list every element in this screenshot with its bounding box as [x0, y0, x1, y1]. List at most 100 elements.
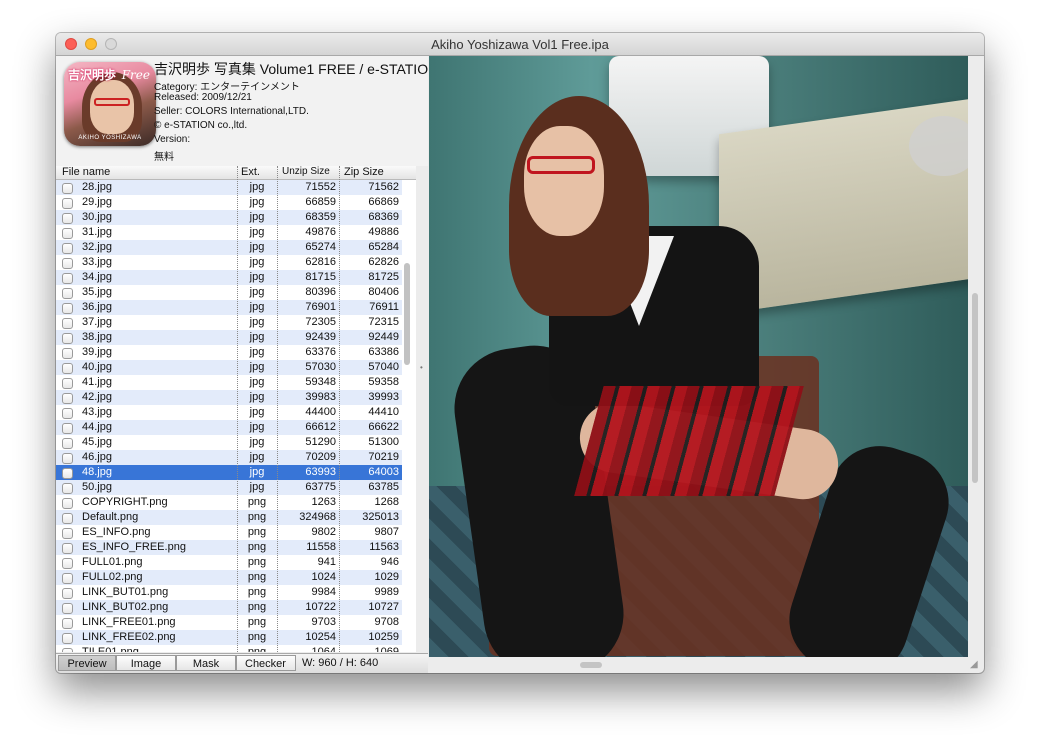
file-checkbox[interactable] [62, 378, 73, 389]
file-name: Default.png [82, 511, 139, 523]
file-unzip-size: 63775 [305, 481, 336, 493]
table-row[interactable]: 34.jpg jpg 81715 81725 [56, 270, 402, 285]
table-row[interactable]: 35.jpg jpg 80396 80406 [56, 285, 402, 300]
photo-face [524, 126, 604, 236]
tab-preview[interactable]: Preview [58, 655, 116, 671]
column-header-zip-size[interactable]: Zip Size [344, 166, 384, 178]
table-row[interactable]: ES_INFO_FREE.png png 11558 11563 [56, 540, 402, 555]
file-checkbox[interactable] [62, 438, 73, 449]
column-header-unzip-size[interactable]: Unzip Size [282, 166, 330, 177]
table-row[interactable]: 31.jpg jpg 49876 49886 [56, 225, 402, 240]
file-checkbox[interactable] [62, 498, 73, 509]
table-row[interactable]: LINK_FREE02.png png 10254 10259 [56, 630, 402, 645]
file-checkbox[interactable] [62, 363, 73, 374]
file-list-scrollbar[interactable] [404, 263, 410, 365]
table-row[interactable]: LINK_BUT02.png png 10722 10727 [56, 600, 402, 615]
title-bar[interactable]: Akiho Yoshizawa Vol1 Free.ipa [56, 33, 984, 56]
file-checkbox[interactable] [62, 408, 73, 419]
file-checkbox[interactable] [62, 588, 73, 599]
table-row[interactable]: COPYRIGHT.png png 1263 1268 [56, 495, 402, 510]
file-checkbox[interactable] [62, 348, 73, 359]
file-checkbox[interactable] [62, 633, 73, 644]
column-header-name[interactable]: File name [62, 166, 110, 178]
table-row[interactable]: TILE01.png png 1064 1069 [56, 645, 402, 652]
table-row[interactable]: ES_INFO.png png 9802 9807 [56, 525, 402, 540]
bottom-toolbar: Preview Image Mask Checker ▼ W: 960 / H:… [56, 653, 428, 673]
table-row[interactable]: 38.jpg jpg 92439 92449 [56, 330, 402, 345]
preview-vertical-scrollbar[interactable] [972, 293, 978, 483]
file-unzip-size: 44400 [305, 406, 336, 418]
file-checkbox[interactable] [62, 273, 73, 284]
file-name: 32.jpg [82, 241, 112, 253]
resize-grip-icon[interactable]: ◢ [970, 659, 978, 670]
table-row[interactable]: FULL01.png png 941 946 [56, 555, 402, 570]
table-row[interactable]: 28.jpg jpg 71552 71562 [56, 180, 402, 195]
table-row[interactable]: 43.jpg jpg 44400 44410 [56, 405, 402, 420]
table-row[interactable]: 29.jpg jpg 66859 66869 [56, 195, 402, 210]
table-row[interactable]: LINK_FREE01.png png 9703 9708 [56, 615, 402, 630]
table-row[interactable]: 37.jpg jpg 72305 72315 [56, 315, 402, 330]
file-checkbox[interactable] [62, 333, 73, 344]
file-checkbox[interactable] [62, 258, 73, 269]
file-ext: jpg [249, 481, 265, 493]
file-zip-size: 62826 [368, 256, 399, 268]
table-row[interactable]: 44.jpg jpg 66612 66622 [56, 420, 402, 435]
table-row[interactable]: LINK_BUT01.png png 9984 9989 [56, 585, 402, 600]
file-checkbox[interactable] [62, 198, 73, 209]
table-row[interactable]: FULL02.png png 1024 1029 [56, 570, 402, 585]
file-ext: png [247, 556, 267, 568]
table-row[interactable]: 48.jpg jpg 63993 64003 [56, 465, 402, 480]
file-checkbox[interactable] [62, 483, 73, 494]
table-row[interactable]: 45.jpg jpg 51290 51300 [56, 435, 402, 450]
table-row[interactable]: 39.jpg jpg 63376 63386 [56, 345, 402, 360]
table-row[interactable]: 30.jpg jpg 68359 68369 [56, 210, 402, 225]
file-checkbox[interactable] [62, 423, 73, 434]
app-info-panel: 吉沢明歩 Free AKIHO YOSHIZAWA 吉沢明歩 写真集 Volum… [56, 56, 428, 166]
file-checkbox[interactable] [62, 318, 73, 329]
table-row[interactable]: 42.jpg jpg 39983 39993 [56, 390, 402, 405]
app-version: Version: [154, 134, 191, 145]
file-checkbox[interactable] [62, 618, 73, 629]
table-row[interactable]: 41.jpg jpg 59348 59358 [56, 375, 402, 390]
file-ext: png [247, 646, 267, 652]
file-name: 41.jpg [82, 376, 112, 388]
table-row[interactable]: 32.jpg jpg 65274 65284 [56, 240, 402, 255]
file-list[interactable]: File name Ext. Unzip Size Zip Size 28.jp… [56, 166, 416, 652]
column-header-ext[interactable]: Ext. [241, 166, 260, 178]
split-view-handle[interactable]: • [420, 363, 423, 372]
file-checkbox[interactable] [62, 603, 73, 614]
file-zip-size: 39993 [368, 391, 399, 403]
background-select[interactable]: Checker ▼ [236, 655, 296, 671]
file-checkbox[interactable] [62, 288, 73, 299]
file-zip-size: 64003 [368, 466, 399, 478]
table-row[interactable]: Default.png png 324968 325013 [56, 510, 402, 525]
file-checkbox[interactable] [62, 573, 73, 584]
file-checkbox[interactable] [62, 303, 73, 314]
table-row[interactable]: 33.jpg jpg 62816 62826 [56, 255, 402, 270]
image-preview[interactable] [429, 56, 968, 657]
table-row[interactable]: 36.jpg jpg 76901 76911 [56, 300, 402, 315]
file-checkbox[interactable] [62, 528, 73, 539]
background-select-value: Checker [245, 658, 286, 670]
file-checkbox[interactable] [62, 228, 73, 239]
table-row[interactable]: 40.jpg jpg 57030 57040 [56, 360, 402, 375]
table-row[interactable]: 46.jpg jpg 70209 70219 [56, 450, 402, 465]
file-checkbox[interactable] [62, 183, 73, 194]
file-checkbox[interactable] [62, 393, 73, 404]
file-checkbox[interactable] [62, 213, 73, 224]
file-zip-size: 65284 [368, 241, 399, 253]
file-checkbox[interactable] [62, 468, 73, 479]
file-name: 35.jpg [82, 286, 112, 298]
file-checkbox[interactable] [62, 648, 73, 652]
file-checkbox[interactable] [62, 243, 73, 254]
tab-image[interactable]: Image [116, 655, 176, 671]
file-checkbox[interactable] [62, 543, 73, 554]
preview-horizontal-scrollbar[interactable] [580, 662, 602, 668]
file-checkbox[interactable] [62, 513, 73, 524]
file-checkbox[interactable] [62, 558, 73, 569]
file-checkbox[interactable] [62, 453, 73, 464]
table-row[interactable]: 50.jpg jpg 63775 63785 [56, 480, 402, 495]
file-unzip-size: 76901 [305, 301, 336, 313]
tab-mask[interactable]: Mask [176, 655, 236, 671]
file-zip-size: 1029 [374, 571, 399, 583]
